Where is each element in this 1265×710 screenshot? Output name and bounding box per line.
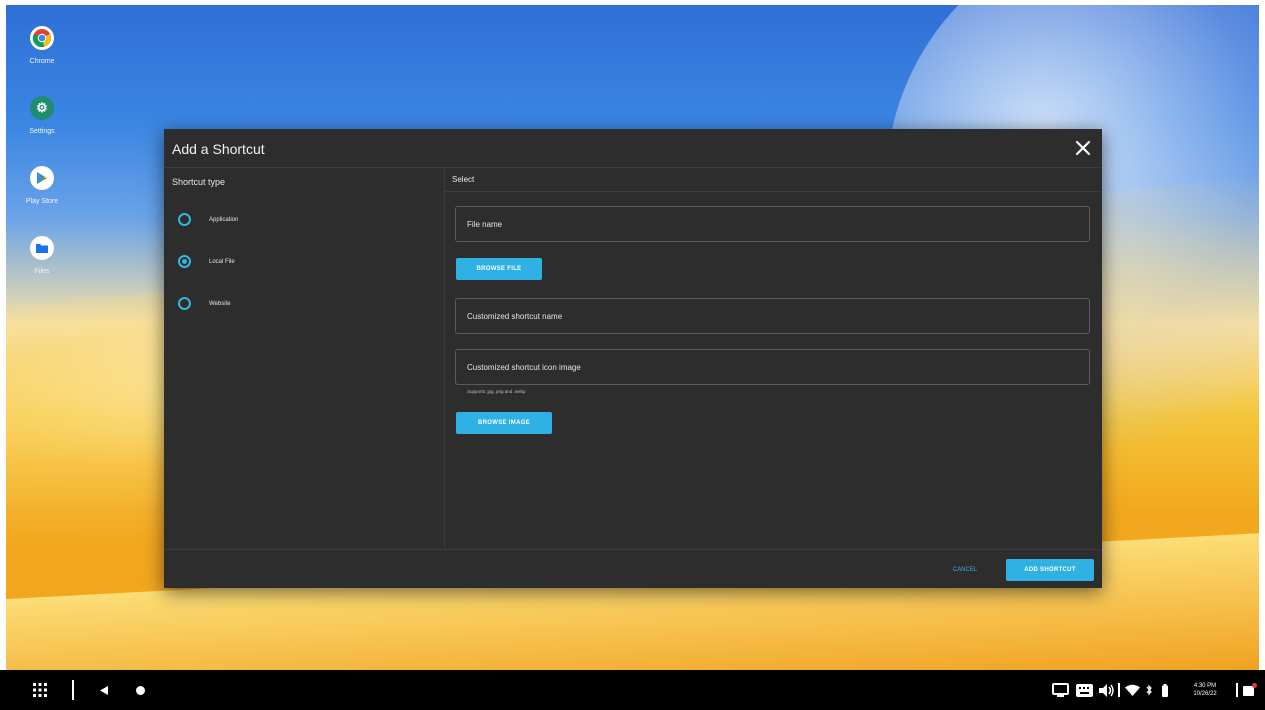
select-pane: Select File name BROWSE FILE Customized … xyxy=(445,168,1102,549)
radio-option-website[interactable]: Website xyxy=(178,297,231,310)
taskbar-divider xyxy=(72,680,74,700)
radio-label: Application xyxy=(209,216,239,223)
desktop-icon-files[interactable]: Files xyxy=(22,236,62,275)
volume-icon[interactable] xyxy=(1098,682,1116,698)
icon-image-hint: Supports: jpg, png and .webp xyxy=(467,389,526,394)
cancel-button[interactable]: CANCEL xyxy=(940,562,990,578)
select-heading: Select xyxy=(452,175,475,184)
radio-option-application[interactable]: Application xyxy=(178,213,238,226)
browse-image-button[interactable]: BROWSE IMAGE xyxy=(456,412,552,434)
back-icon[interactable] xyxy=(98,684,110,696)
date-text: 10/26/22 xyxy=(1193,691,1217,697)
file-name-field[interactable]: File name xyxy=(455,206,1090,242)
dialog-footer: CANCEL ADD SHORTCUT xyxy=(164,549,1102,589)
radio-option-local-file[interactable]: Local File xyxy=(178,255,235,268)
desktop-icon-label: Files xyxy=(34,268,50,275)
icon-image-placeholder: Customized shortcut icon image xyxy=(467,363,581,372)
radio-button-unchecked[interactable] xyxy=(178,297,191,310)
desktop-icon-label: Chrome xyxy=(29,58,55,65)
radio-button-checked[interactable] xyxy=(178,255,191,268)
play-store-icon xyxy=(30,166,54,190)
close-icon xyxy=(1075,140,1091,156)
icon-image-field[interactable]: Customized shortcut icon image xyxy=(455,349,1090,385)
time-text: 4:30 PM xyxy=(1193,683,1217,689)
chrome-icon xyxy=(30,26,54,50)
home-icon[interactable] xyxy=(134,684,146,696)
dialog-header: Add a Shortcut xyxy=(164,129,1102,168)
desktop-icon-settings[interactable]: ⚙ Settings xyxy=(22,96,62,135)
desktop-icon-label: Settings xyxy=(29,128,55,135)
bluetooth-icon[interactable] xyxy=(1144,682,1154,698)
shortcut-type-heading: Shortcut type xyxy=(172,177,226,187)
wifi-icon[interactable] xyxy=(1124,682,1140,698)
desktop-icon-chrome[interactable]: Chrome xyxy=(22,26,62,65)
close-button[interactable] xyxy=(1072,137,1094,159)
shortcut-name-placeholder: Customized shortcut name xyxy=(467,312,563,321)
taskbar-divider xyxy=(1236,683,1238,697)
settings-icon: ⚙ xyxy=(30,96,54,120)
shortcut-type-pane: Shortcut type Application Local File Web… xyxy=(164,168,445,549)
browse-file-button[interactable]: BROWSE FILE xyxy=(456,258,542,280)
apps-grid-icon[interactable] xyxy=(32,682,48,698)
add-shortcut-dialog: Add a Shortcut Shortcut type Application… xyxy=(164,129,1102,588)
radio-label: Local File xyxy=(209,258,235,265)
files-icon xyxy=(30,236,54,260)
keyboard-icon[interactable] xyxy=(1074,682,1094,698)
file-name-placeholder: File name xyxy=(467,220,503,229)
cast-icon[interactable] xyxy=(1050,682,1070,698)
divider xyxy=(445,191,1102,192)
clock[interactable]: 4:30 PM 10/26/22 xyxy=(1178,680,1232,700)
desktop-icon-label: Play Store xyxy=(25,198,59,205)
taskbar: 4:30 PM 10/26/22 xyxy=(0,670,1265,710)
radio-label: Website xyxy=(209,300,231,307)
taskbar-divider xyxy=(1118,683,1120,697)
notification-icon[interactable] xyxy=(1242,681,1258,699)
dialog-title: Add a Shortcut xyxy=(172,141,265,157)
add-shortcut-button[interactable]: ADD SHORTCUT xyxy=(1006,559,1094,581)
battery-icon[interactable] xyxy=(1160,682,1170,698)
desktop-icon-play-store[interactable]: Play Store xyxy=(22,166,62,205)
shortcut-name-field[interactable]: Customized shortcut name xyxy=(455,298,1090,334)
radio-button-unchecked[interactable] xyxy=(178,213,191,226)
